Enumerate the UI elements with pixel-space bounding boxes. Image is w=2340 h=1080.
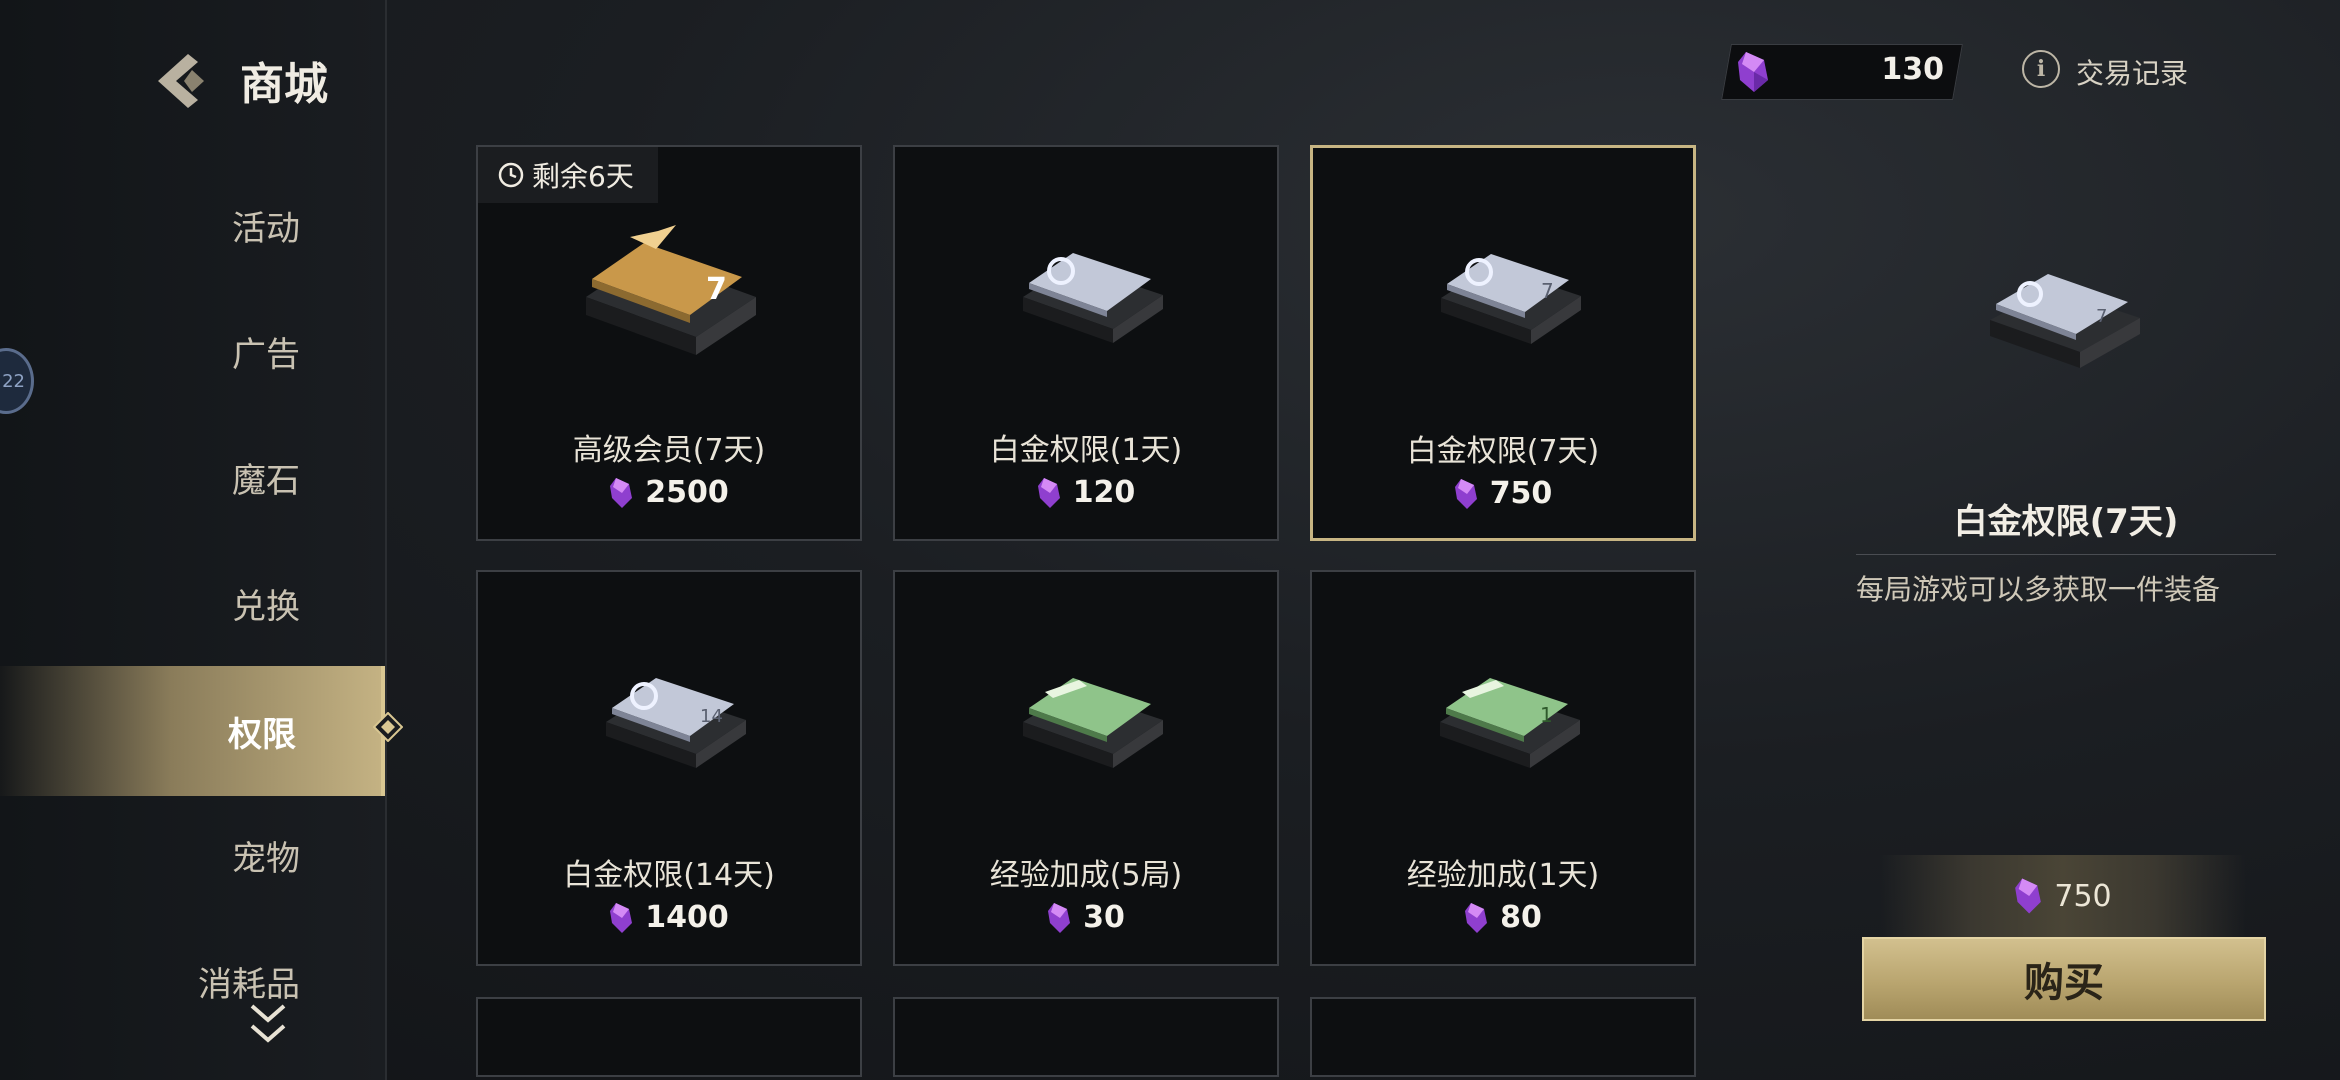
item-price: 1400 <box>478 900 860 935</box>
sidebar-item-exchange[interactable]: 兑换 <box>0 540 385 666</box>
active-indicator-icon <box>373 712 403 742</box>
platinum-card-icon: 7 <box>1401 188 1611 358</box>
detail-description: 每局游戏可以多获取一件装备 <box>1856 573 2221 606</box>
item-price: 30 <box>895 900 1277 935</box>
platinum-card-icon: 14 <box>566 612 776 782</box>
shop-item-card[interactable] <box>1310 997 1696 1077</box>
shop-item-card[interactable]: 7 剩余6天 高级会员(7天) 2500 <box>476 145 862 541</box>
item-price-value: 80 <box>1500 900 1542 935</box>
item-name: 经验加成(5局) <box>989 858 1183 893</box>
divider <box>1856 554 2276 555</box>
gem-icon <box>1465 902 1488 933</box>
sidebar-item-label: 兑换 <box>232 586 300 627</box>
sidebar-item-pets[interactable]: 宠物 <box>0 792 385 918</box>
shop-item-card[interactable] <box>476 997 862 1077</box>
gem-icon <box>1048 902 1071 933</box>
gold-card-icon: 7 <box>566 187 776 357</box>
sidebar: 商城 活动 广告 魔石 兑换 权限 宠物 消耗品 <box>0 0 403 1080</box>
sidebar-item-label: 宠物 <box>232 838 300 879</box>
shop-item-card[interactable]: 14 白金权限(14天) 1400 <box>476 570 862 966</box>
shop-item-card[interactable]: 白金权限(1天) 120 <box>893 145 1279 541</box>
sidebar-item-label: 广告 <box>232 334 300 375</box>
exp-card-icon: 1 <box>1400 612 1610 782</box>
gem-icon <box>610 902 633 933</box>
item-price: 750 <box>1313 476 1693 511</box>
item-name: 白金权限(1天) <box>989 433 1183 468</box>
platinum-card-icon <box>983 187 1193 357</box>
item-price-value: 1400 <box>645 900 729 935</box>
item-name: 白金权限(14天) <box>563 858 775 893</box>
clock-icon <box>498 162 524 188</box>
sidebar-item-label: 消耗品 <box>198 964 300 1005</box>
sidebar-item-magic-stone[interactable]: 魔石 <box>0 414 385 540</box>
gem-icon <box>2015 878 2042 914</box>
shop-item-card[interactable]: 1 经验加成(1天) 80 <box>1310 570 1696 966</box>
time-remaining-badge: 剩余6天 <box>478 147 658 203</box>
buy-button[interactable]: 购买 <box>1862 937 2266 1021</box>
svg-text:14: 14 <box>700 706 723 727</box>
gem-icon <box>1736 50 1770 94</box>
scroll-down-icon[interactable] <box>248 1000 288 1048</box>
sidebar-item-privileges[interactable]: 权限 <box>0 666 403 796</box>
item-name: 经验加成(1天) <box>1406 858 1600 893</box>
page-title: 商城 <box>240 59 328 110</box>
gem-icon <box>1454 478 1477 509</box>
currency-amount: 130 <box>1881 52 1944 87</box>
svg-text:7: 7 <box>706 272 727 307</box>
shop-item-card-selected[interactable]: 7 白金权限(7天) 750 <box>1310 145 1696 541</box>
detail-title: 白金权限(7天) <box>1953 502 2179 542</box>
shop-item-card[interactable]: 经验加成(5局) 30 <box>893 570 1279 966</box>
info-icon[interactable]: i <box>2022 50 2060 88</box>
transaction-history-link[interactable]: 交易记录 <box>2076 52 2188 92</box>
item-price-value: 750 <box>1489 476 1553 511</box>
sidebar-item-consumables[interactable]: 消耗品 <box>0 918 385 1044</box>
floating-ball-label: 22 <box>2 370 25 392</box>
item-price: 120 <box>895 475 1277 510</box>
svg-text:1: 1 <box>1540 703 1553 727</box>
item-price-value: 120 <box>1072 475 1136 510</box>
gem-icon <box>610 477 633 508</box>
svg-text:7: 7 <box>2096 306 2107 327</box>
time-remaining-label: 剩余6天 <box>532 160 634 193</box>
item-price-value: 2500 <box>645 475 729 510</box>
detail-price-value: 750 <box>2054 878 2112 914</box>
item-name: 白金权限(7天) <box>1406 434 1600 469</box>
item-price-value: 30 <box>1083 900 1125 935</box>
detail-price: 750 <box>1880 855 2246 937</box>
item-price: 80 <box>1312 900 1694 935</box>
sidebar-item-label: 活动 <box>232 208 300 249</box>
platinum-card-icon: 7 <box>1980 240 2150 380</box>
sidebar-item-label: 权限 <box>228 714 296 755</box>
item-name: 高级会员(7天) <box>572 433 766 468</box>
exp-card-icon <box>983 612 1193 782</box>
gem-icon <box>1037 477 1060 508</box>
item-price: 2500 <box>478 475 860 510</box>
shop-item-card[interactable] <box>893 997 1279 1077</box>
back-arrow-icon[interactable] <box>148 50 210 112</box>
sidebar-item-label: 魔石 <box>232 460 300 501</box>
sidebar-item-ads[interactable]: 广告 <box>0 288 385 414</box>
svg-text:7: 7 <box>1541 279 1554 303</box>
sidebar-item-activity[interactable]: 活动 <box>0 162 385 288</box>
